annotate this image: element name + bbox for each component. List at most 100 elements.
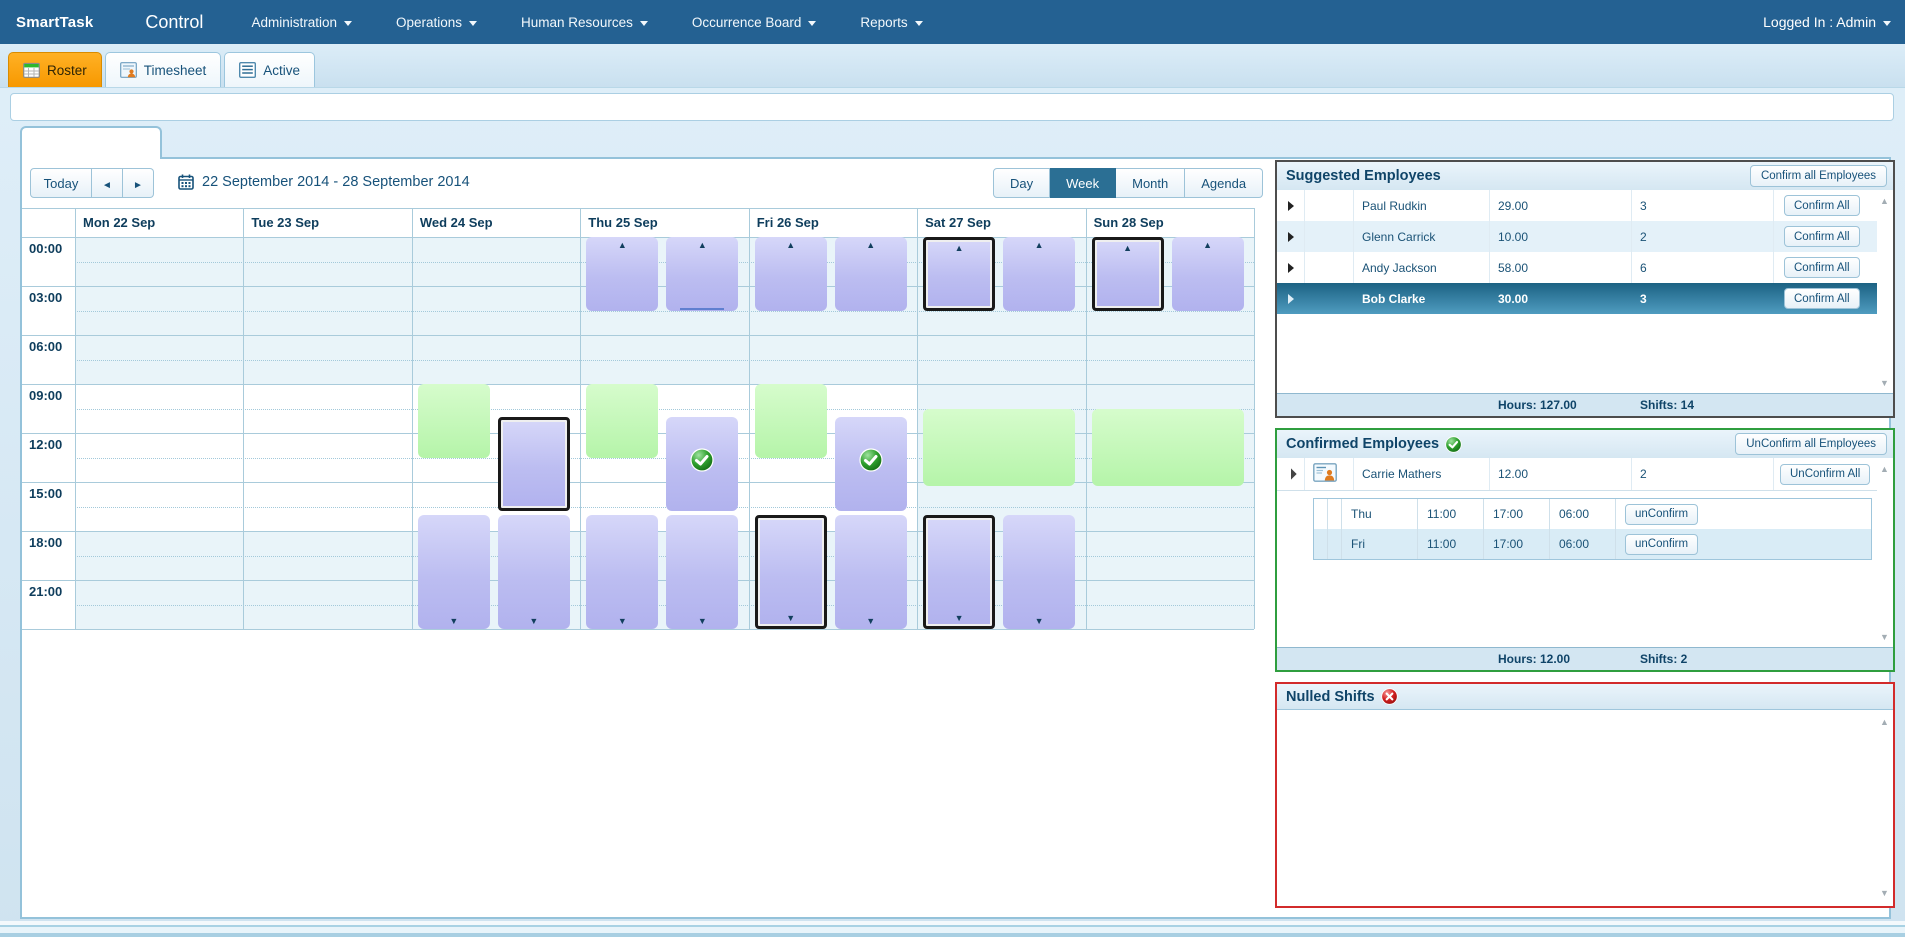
scroll-down-arrow[interactable]: ▼ bbox=[1876, 888, 1893, 898]
continues-earlier-icon: ▲ bbox=[835, 240, 907, 250]
employee-hours-cell: 29.00 bbox=[1490, 190, 1632, 221]
shift-event[interactable]: ▼ bbox=[418, 515, 490, 629]
shift-event[interactable]: ▲ bbox=[1172, 237, 1244, 311]
scroll-up-arrow[interactable]: ▲ bbox=[1876, 464, 1893, 474]
scroll-up-arrow[interactable]: ▲ bbox=[1876, 717, 1893, 727]
grid-column-line bbox=[1254, 208, 1255, 629]
shift-event[interactable]: ▼ bbox=[755, 515, 827, 629]
navbar-menu-operations[interactable]: Operations bbox=[374, 0, 499, 44]
employee-shifts-cell: 6 bbox=[1632, 252, 1774, 283]
today-button[interactable]: Today bbox=[30, 168, 92, 198]
unconfirm-shift-button[interactable]: unConfirm bbox=[1625, 504, 1698, 525]
open-shift-event[interactable] bbox=[923, 409, 1075, 487]
logged-in-menu[interactable]: Logged In : Admin bbox=[1763, 14, 1905, 30]
shift-event[interactable]: ▼ bbox=[1003, 515, 1075, 629]
vertical-scrollbar[interactable]: ▲▼ bbox=[1876, 460, 1893, 646]
shift-event[interactable]: ▼ bbox=[923, 515, 995, 629]
vertical-scrollbar[interactable]: ▲▼ bbox=[1876, 713, 1893, 902]
open-shift-event[interactable] bbox=[1092, 409, 1244, 487]
resize-handle[interactable] bbox=[680, 308, 724, 310]
next-week-button[interactable]: ► bbox=[123, 168, 154, 198]
confirmed-employee-row[interactable]: Carrie Mathers12.002UnConfirm All bbox=[1277, 458, 1877, 491]
prev-week-button[interactable]: ◄ bbox=[92, 168, 123, 198]
shift-event[interactable]: ▼ bbox=[666, 515, 738, 629]
continues-earlier-icon: ▲ bbox=[755, 240, 827, 250]
panel-title: Confirmed Employees bbox=[1286, 436, 1462, 453]
expander-cell[interactable] bbox=[1277, 190, 1305, 221]
navbar-menu-occurrence-board[interactable]: Occurrence Board bbox=[670, 0, 839, 44]
tab-active[interactable]: Active bbox=[224, 52, 315, 87]
employee-name-cell: Paul Rudkin bbox=[1354, 190, 1490, 221]
shift-event[interactable]: ▲ bbox=[666, 237, 738, 311]
confirm-all-button[interactable]: Confirm All bbox=[1784, 288, 1860, 309]
panel-header: Confirmed Employees UnConfirm all Employe… bbox=[1277, 430, 1893, 458]
shift-event[interactable]: ▼ bbox=[498, 515, 570, 629]
navbar-menus: AdministrationOperationsHuman Resources O… bbox=[229, 0, 944, 44]
panel-title-text: Nulled Shifts bbox=[1286, 689, 1375, 705]
shift-event[interactable] bbox=[498, 417, 570, 511]
roster-page-tab[interactable] bbox=[20, 126, 162, 159]
expander-cell[interactable] bbox=[1277, 221, 1305, 252]
scroll-down-arrow[interactable]: ▼ bbox=[1876, 378, 1893, 388]
vertical-scrollbar[interactable]: ▲▼ bbox=[1876, 192, 1893, 392]
navbar-menu-administration[interactable]: Administration bbox=[229, 0, 374, 44]
confirm-all-button[interactable]: Confirm All bbox=[1784, 257, 1860, 278]
shift-event[interactable]: ▲ bbox=[1092, 237, 1164, 311]
unconfirm-shift-button[interactable]: unConfirm bbox=[1625, 534, 1698, 555]
suggested-employee-row[interactable]: Paul Rudkin29.003Confirm All bbox=[1277, 190, 1877, 221]
shift-event[interactable]: ▲ bbox=[755, 237, 827, 311]
expander-cell[interactable] bbox=[1277, 252, 1305, 283]
navbar-menu-human-resources[interactable]: Human Resources bbox=[499, 0, 670, 44]
shift-row[interactable]: Fri11:0017:0006:00unConfirm bbox=[1314, 529, 1871, 559]
expander-cell[interactable] bbox=[1277, 458, 1305, 490]
brand-logo[interactable]: SmartTask bbox=[16, 14, 93, 31]
confirm-all-button[interactable]: Confirm All bbox=[1784, 195, 1860, 216]
scroll-down-arrow[interactable]: ▼ bbox=[1876, 632, 1893, 642]
view-day-button[interactable]: Day bbox=[993, 168, 1050, 198]
shift-row[interactable]: Thu11:0017:0006:00unConfirm bbox=[1314, 499, 1871, 529]
confirm-all-employees-button[interactable]: Confirm all Employees bbox=[1750, 165, 1887, 187]
scroll-up-arrow[interactable]: ▲ bbox=[1876, 196, 1893, 206]
shift-event[interactable]: ▲ bbox=[1003, 237, 1075, 311]
suggested-employee-row[interactable]: Glenn Carrick10.002Confirm All bbox=[1277, 221, 1877, 252]
continues-later-icon: ▼ bbox=[926, 613, 992, 623]
navbar-menu-reports[interactable]: Reports bbox=[838, 0, 944, 44]
grid-line bbox=[22, 629, 1254, 630]
shift-event[interactable] bbox=[835, 417, 907, 511]
open-shift-event[interactable] bbox=[755, 384, 827, 458]
shift-event[interactable] bbox=[666, 417, 738, 511]
suggested-employee-row[interactable]: Andy Jackson58.006Confirm All bbox=[1277, 252, 1877, 283]
tab-timesheet[interactable]: Timesheet bbox=[105, 52, 222, 87]
view-month-button[interactable]: Month bbox=[1116, 168, 1185, 198]
open-shift-event[interactable] bbox=[586, 384, 658, 458]
shift-event[interactable]: ▼ bbox=[835, 515, 907, 629]
continues-earlier-icon: ▲ bbox=[666, 240, 738, 250]
day-header: Sun 28 Sep bbox=[1086, 208, 1254, 237]
shift-event[interactable]: ▲ bbox=[923, 237, 995, 311]
shift-action-cell: unConfirm bbox=[1616, 499, 1871, 529]
unconfirm-all-employees-button[interactable]: UnConfirm all Employees bbox=[1735, 433, 1887, 455]
expander-cell[interactable] bbox=[1277, 283, 1305, 314]
confirm-all-button[interactable]: Confirm All bbox=[1784, 226, 1860, 247]
main-tabstrip: RosterTimesheetActive bbox=[0, 44, 1905, 88]
roster-calendar-icon bbox=[23, 62, 40, 78]
suggested-employee-row[interactable]: Bob Clarke30.003Confirm All bbox=[1277, 283, 1877, 314]
collapsed-filter-bar[interactable] bbox=[10, 93, 1894, 121]
unconfirm-all-button[interactable]: UnConfirm All bbox=[1780, 464, 1870, 485]
open-shift-event[interactable] bbox=[418, 384, 490, 458]
menu-label: Occurrence Board bbox=[692, 15, 802, 30]
view-agenda-button[interactable]: Agenda bbox=[1185, 168, 1263, 198]
shift-duration-cell: 06:00 bbox=[1550, 529, 1616, 559]
chevron-down-icon bbox=[808, 21, 816, 26]
shift-event[interactable]: ▲ bbox=[586, 237, 658, 311]
view-week-button[interactable]: Week bbox=[1050, 168, 1116, 198]
shift-day-cell: Fri bbox=[1342, 529, 1418, 559]
tab-roster[interactable]: Roster bbox=[8, 52, 102, 87]
icon-cell bbox=[1305, 458, 1354, 490]
time-label: 06:00 bbox=[22, 335, 82, 354]
view-switcher: DayWeekMonthAgenda bbox=[993, 168, 1263, 198]
shift-event[interactable]: ▼ bbox=[586, 515, 658, 629]
shift-event[interactable]: ▲ bbox=[835, 237, 907, 311]
continues-later-icon: ▼ bbox=[758, 613, 824, 623]
grid-column-line bbox=[75, 208, 76, 629]
